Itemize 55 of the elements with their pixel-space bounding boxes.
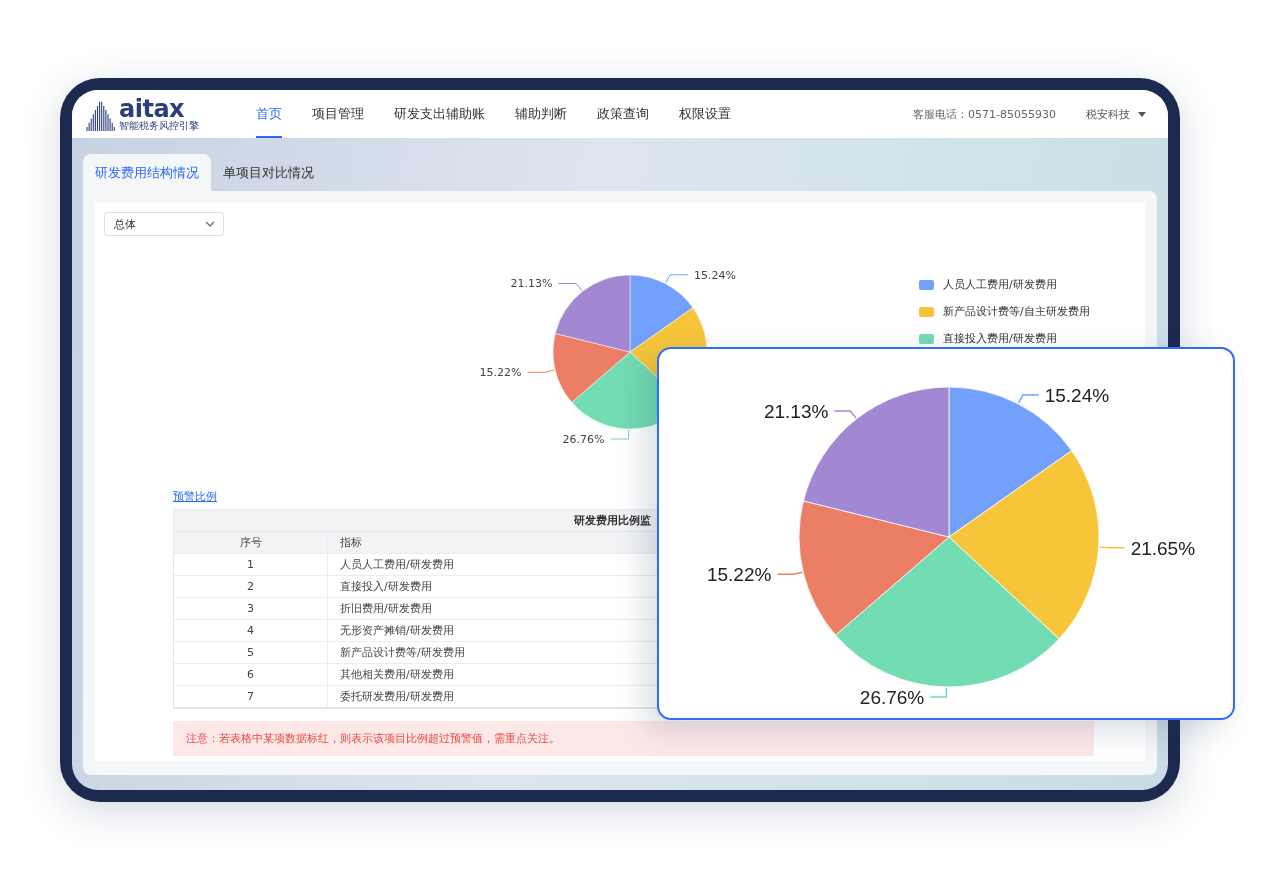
data-label: 15.24% xyxy=(1044,385,1110,406)
leader-line xyxy=(610,429,630,440)
leader-line xyxy=(526,369,555,373)
caret-icon[interactable] xyxy=(1138,111,1146,117)
data-label: 15.22% xyxy=(480,366,522,380)
leader-line xyxy=(776,571,803,576)
leader-line xyxy=(557,283,583,292)
table-cell-text: 其他相关费用/研发费用 xyxy=(339,667,454,683)
table-cell: 7 xyxy=(174,686,328,707)
table-cell: 5 xyxy=(174,642,328,663)
table-cell-text: 新产品设计费等/研发费用 xyxy=(339,645,465,661)
logo-text: aitax xyxy=(119,97,185,121)
data-label: 21.65% xyxy=(1130,537,1196,559)
leader-line xyxy=(929,687,948,698)
tab[interactable]: 单项目对比情况 xyxy=(211,154,326,191)
data-label: 15.22% xyxy=(706,564,772,586)
hotline-text: 客服电话：0571-85055930 xyxy=(913,106,1056,122)
table-cell-text: 人员人工费用/研发费用 xyxy=(339,557,454,573)
data-label: 21.13% xyxy=(763,401,829,422)
data-label: 21.13% xyxy=(510,277,553,291)
warning-ratio-link[interactable]: 预警比例 xyxy=(173,490,217,503)
column-header: 序号 xyxy=(174,532,328,553)
table-cell: 2 xyxy=(174,576,328,597)
table-cell: 6 xyxy=(174,664,328,685)
nav-item[interactable]: 权限设置 xyxy=(679,90,731,138)
scope-select[interactable]: 总体 xyxy=(104,212,224,236)
nav-item[interactable]: 政策查询 xyxy=(597,90,649,138)
table-cell: 3 xyxy=(174,598,328,619)
data-label: 15.24% xyxy=(694,268,737,282)
table-cell-text: 直接投入/研发费用 xyxy=(339,579,432,595)
leader-line xyxy=(833,410,857,419)
table-cell-text: 无形资产摊销/研发费用 xyxy=(339,623,454,639)
warning-notice: 注意：若表格中某项数据标红，则表示该项目比例超过预警值，需重点关注。 xyxy=(173,721,1094,756)
column-header: 指标 xyxy=(339,535,362,551)
tab[interactable]: 研发费用结构情况 xyxy=(83,154,211,191)
table-cell-text: 折旧费用/研发费用 xyxy=(339,601,432,617)
logo-icon xyxy=(84,99,118,131)
chevron-down-icon xyxy=(205,221,215,227)
leader-line xyxy=(665,274,689,284)
data-label: 26.76% xyxy=(562,433,605,446)
user-menu[interactable]: 税安科技 xyxy=(1086,106,1130,122)
leader-line xyxy=(1017,394,1040,404)
table-cell-text: 委托研发费用/研发费用 xyxy=(339,689,454,705)
table-cell: 4 xyxy=(174,620,328,641)
leader-line xyxy=(1098,546,1126,549)
legend-label: 直接投入费用/研发费用 xyxy=(943,331,1057,346)
logo-subtitle: 智能税务风控引擎 xyxy=(119,121,199,131)
nav-item[interactable]: 研发支出辅助账 xyxy=(394,90,485,138)
table-cell: 1 xyxy=(174,554,328,575)
nav-item[interactable]: 辅助判断 xyxy=(515,90,567,138)
nav-item[interactable]: 项目管理 xyxy=(312,90,364,138)
legend-label: 新产品设计费等/自主研发费用 xyxy=(943,304,1090,319)
legend-label: 人员人工费用/研发费用 xyxy=(943,277,1057,292)
nav-item[interactable]: 首页 xyxy=(256,90,282,138)
data-label: 26.76% xyxy=(859,687,925,708)
